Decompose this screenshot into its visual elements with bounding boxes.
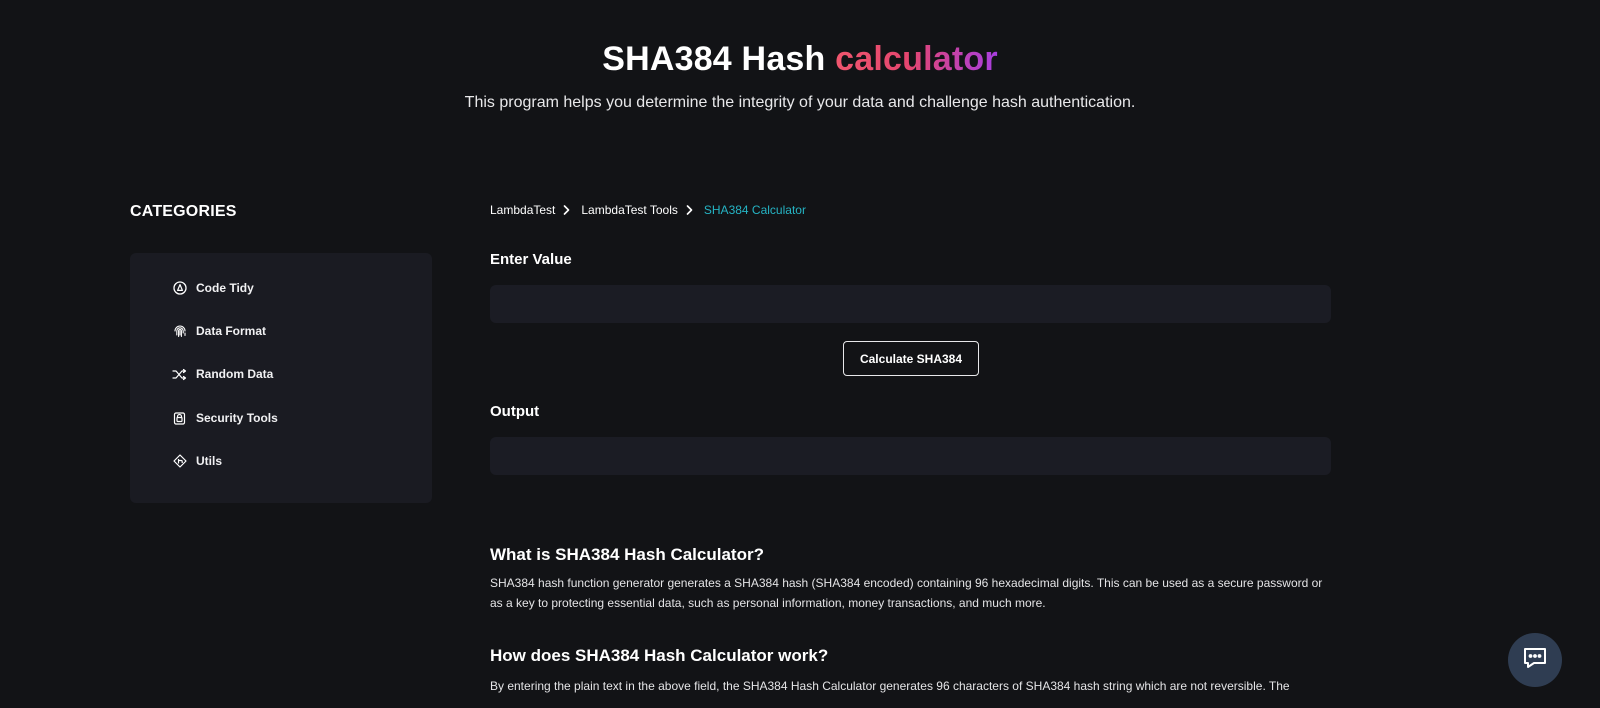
breadcrumb: LambdaTest LambdaTest Tools SHA384 Calcu…: [490, 203, 806, 217]
sidebar-item-code-tidy[interactable]: Code Tidy: [172, 277, 254, 299]
section-body-what-is: SHA384 hash function generator generates…: [490, 576, 1323, 610]
breadcrumb-link-lambdatest[interactable]: LambdaTest: [490, 203, 555, 217]
section-body-how-it-works: By entering the plain text in the above …: [490, 679, 1290, 693]
enter-value-label: Enter Value: [490, 251, 572, 268]
breadcrumb-current: SHA384 Calculator: [703, 203, 806, 217]
utils-icon: [172, 454, 187, 469]
sidebar-item-label: Data Format: [196, 324, 267, 338]
code-tidy-icon: [172, 281, 187, 296]
page-subtitle: This program helps you determine the int…: [464, 94, 1136, 111]
sidebar-item-label: Code Tidy: [196, 281, 254, 295]
sidebar-item-security-tools[interactable]: Security Tools: [172, 407, 278, 429]
fingerprint-icon: [172, 324, 187, 339]
sidebar-item-label: Security Tools: [196, 411, 278, 425]
chat-button[interactable]: [1508, 633, 1562, 687]
page-title-accent: calculator: [835, 40, 998, 78]
sidebar-item-label: Random Data: [196, 367, 274, 381]
section-heading-how-it-works: How does SHA384 Hash Calculator work?: [490, 646, 829, 665]
chevron-right-icon: [563, 204, 573, 216]
page-title: SHA384 Hash calculator: [0, 40, 1600, 79]
sidebar-item-label: Utils: [196, 454, 223, 468]
calculate-sha384-button[interactable]: Calculate SHA384: [843, 341, 979, 376]
enter-value-input[interactable]: [490, 285, 1331, 323]
sidebar-item-data-format[interactable]: Data Format: [172, 320, 266, 342]
page: SHA384 Hash calculator This program help…: [0, 0, 1600, 708]
section-heading-what-is: What is SHA384 Hash Calculator?: [490, 545, 764, 564]
breadcrumb-link-tools[interactable]: LambdaTest Tools: [581, 203, 678, 217]
chat-icon: [1522, 646, 1548, 675]
categories-heading: CATEGORIES: [130, 203, 237, 220]
page-title-main: SHA384 Hash: [602, 40, 836, 78]
chevron-right-icon: [686, 204, 696, 216]
output-label: Output: [490, 403, 540, 420]
sidebar-item-random-data[interactable]: Random Data: [172, 363, 273, 385]
sidebar-item-utils[interactable]: Utils: [172, 450, 222, 472]
output-field[interactable]: [490, 437, 1331, 475]
lock-icon: [172, 411, 187, 426]
categories-panel: Code Tidy Data Format Random Data Securi…: [130, 253, 432, 503]
shuffle-icon: [172, 367, 187, 382]
